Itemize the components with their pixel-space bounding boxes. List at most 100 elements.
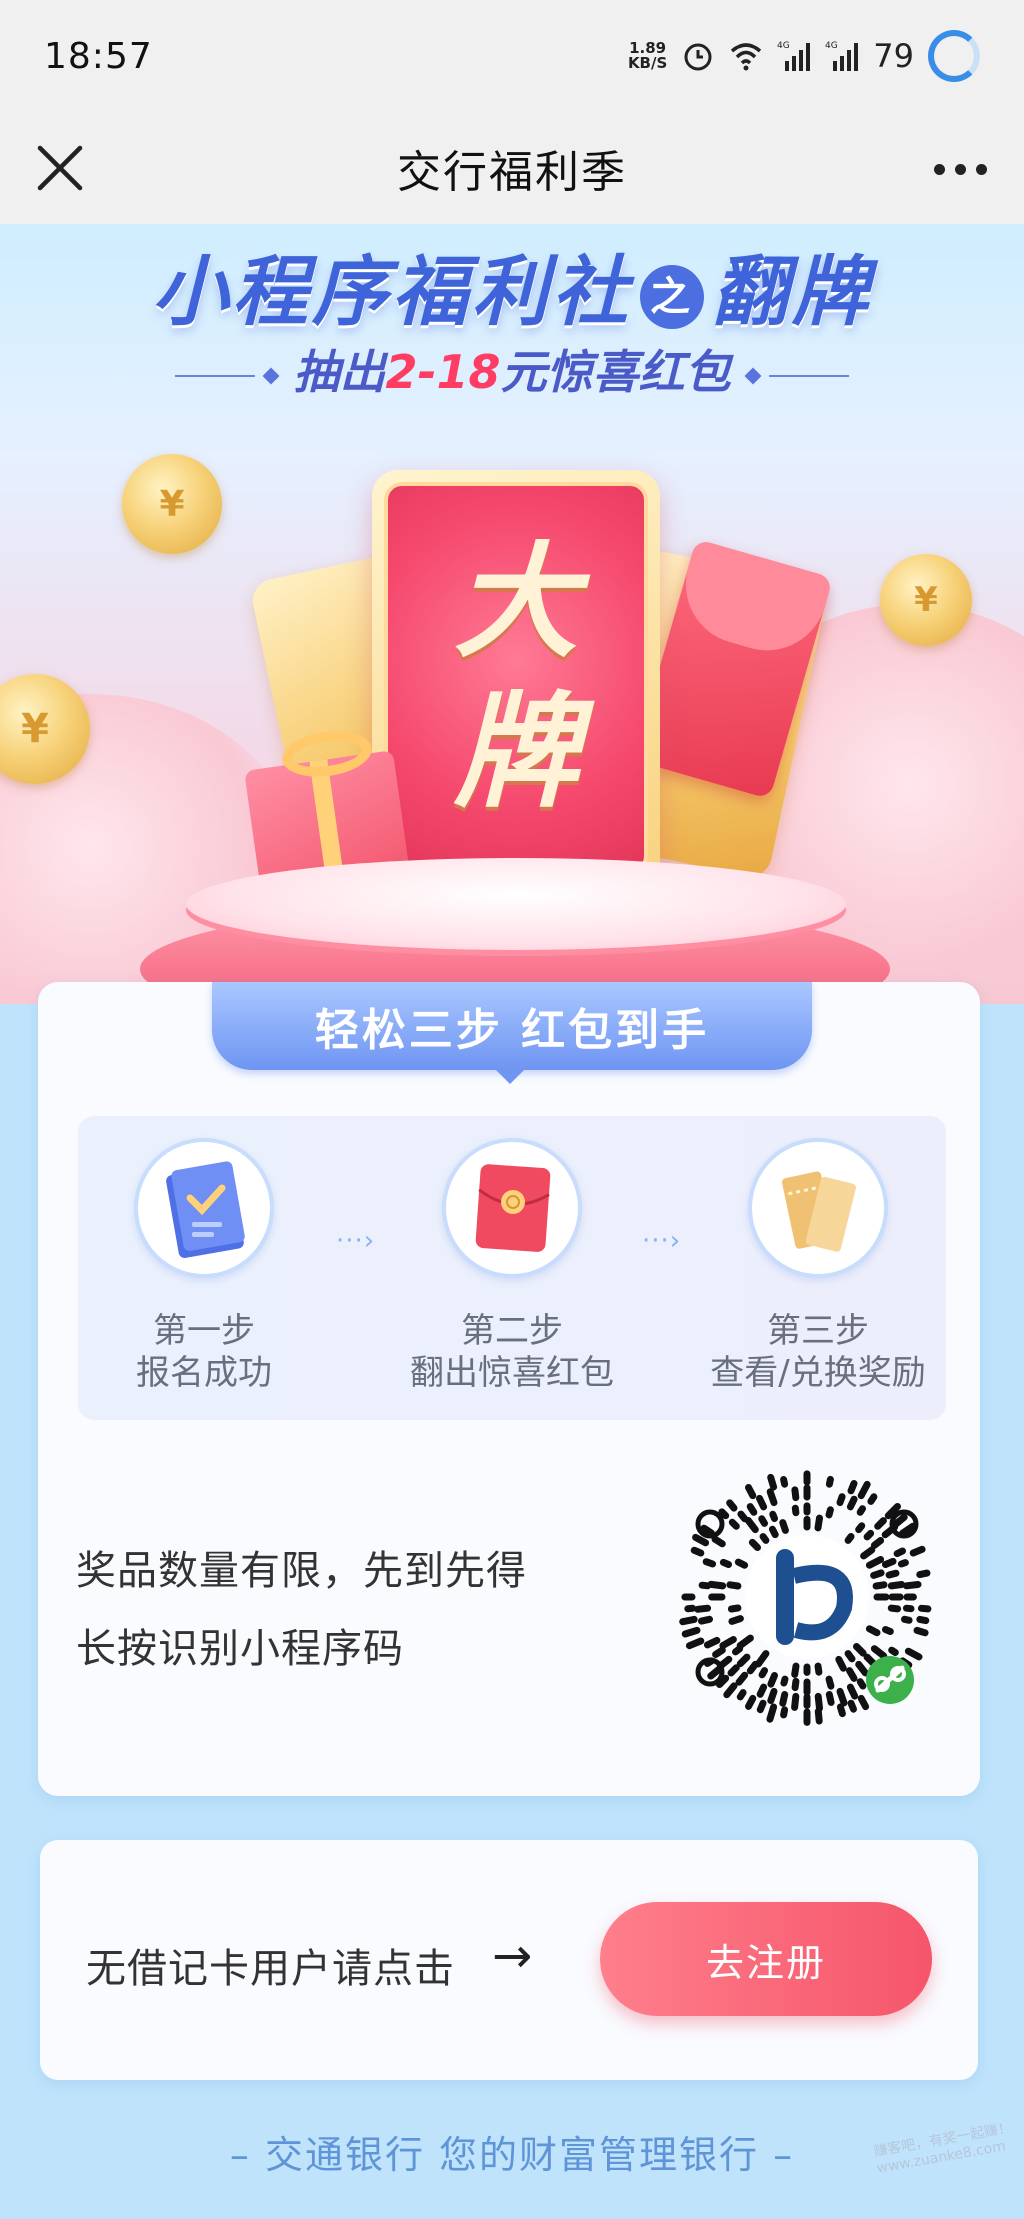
more-dot (955, 163, 966, 175)
qr-code-stroke (685, 1637, 705, 1650)
qr-code-stroke (694, 1604, 712, 1613)
qr-code-stroke (856, 1505, 866, 1516)
arrow-right-icon: → (492, 1928, 533, 1984)
diamond-icon (744, 367, 762, 384)
qr-code-stroke (904, 1647, 923, 1661)
qr-code-stroke (814, 1514, 823, 1532)
qr-code-stroke (746, 1503, 758, 1516)
step-1-desc: 报名成功 (136, 1353, 272, 1393)
qr-code-stroke (745, 1694, 757, 1710)
wifi-icon (731, 43, 762, 71)
qr-code-stroke (865, 1556, 885, 1569)
register-prompt: 无借记卡用户请点击 (86, 1946, 455, 1992)
step-2-desc: 翻出惊喜红包 (410, 1353, 614, 1393)
net-speed-unit: KB/S (627, 54, 668, 72)
qr-code-stroke (844, 1650, 856, 1663)
qr-code-stroke (857, 1694, 870, 1711)
coin-icon: ¥ (880, 554, 972, 646)
qr-code-stroke (756, 1683, 768, 1698)
qr-code-stroke (867, 1493, 878, 1505)
qr-code-stroke (719, 1558, 732, 1568)
battery-level: 79 (873, 37, 914, 75)
qr-code-stroke (681, 1626, 701, 1638)
qr-code-stroke (732, 1645, 744, 1656)
prize-card-face: 大 牌 (384, 482, 648, 874)
qr-code-stroke (702, 1558, 717, 1568)
qr-code-stroke (726, 1581, 742, 1590)
qr-code-stroke (897, 1559, 909, 1568)
qr-code-stroke (679, 1615, 698, 1626)
qr-code-stroke (735, 1671, 749, 1686)
qr-code-stroke (909, 1545, 926, 1557)
qr-code-stroke (825, 1475, 834, 1488)
qr-note-long-press: 长按识别小程序码 (76, 1626, 404, 1672)
qr-code-stroke (728, 1615, 744, 1625)
qr-code-stroke (767, 1687, 778, 1705)
qr-code-stroke (882, 1626, 894, 1635)
subtitle-line-left (175, 374, 256, 377)
qr-code-stroke (726, 1499, 738, 1512)
qr-code-stroke (874, 1517, 887, 1530)
qr-code-stroke (727, 1604, 742, 1613)
more-dot (976, 163, 987, 175)
close-icon[interactable] (32, 140, 88, 196)
qr-code-stroke (736, 1653, 751, 1668)
qr-code-stroke (885, 1569, 900, 1579)
qr-code-stroke (916, 1569, 931, 1579)
qr-code-stroke (791, 1692, 800, 1711)
qr-code-stroke (779, 1691, 789, 1707)
steps-header-pointer (496, 1070, 524, 1084)
qr-code-stroke (844, 1533, 855, 1544)
clipboard-icon (166, 1161, 245, 1258)
qr-code-stroke (835, 1655, 847, 1672)
qr-code-stroke (758, 1667, 768, 1679)
qr-code-stroke (780, 1675, 789, 1687)
more-dot (934, 163, 945, 175)
qr-code-stroke (692, 1533, 710, 1547)
coupon-icon (781, 1171, 856, 1252)
qr-code-stroke (814, 1707, 823, 1725)
qr-code-stroke (728, 1518, 740, 1530)
qr-code-stroke (825, 1506, 834, 1519)
qr-code-stroke (855, 1660, 869, 1677)
qr-code-stroke (814, 1692, 823, 1712)
footer-slogan: – 交通银行 您的财富管理银行 – (229, 2133, 795, 2177)
step-2: 第二步 翻出惊喜红包 (382, 1138, 642, 1394)
coin-icon: ¥ (122, 454, 222, 554)
qr-code-stroke (882, 1557, 897, 1568)
banner-title-part2: 翻牌 (712, 247, 872, 336)
qr-code-stroke (754, 1650, 770, 1668)
signal-4g-icon-2: 4G (825, 41, 859, 71)
status-bar: 18:57 1.89 KB/S 4G 4G 79 (0, 0, 1024, 112)
qr-code-stroke (767, 1473, 778, 1491)
qr-code-stroke (780, 1706, 789, 1719)
alarm-icon (684, 43, 712, 71)
register-button[interactable]: 去注册 (600, 1902, 932, 2016)
subtitle-prefix: 抽出 (293, 345, 386, 399)
qr-code-stroke (855, 1522, 866, 1534)
step-1-icon-circle (134, 1138, 274, 1278)
qr-code-stroke (767, 1672, 778, 1688)
nav-bar: 交行福利季 (0, 112, 1024, 224)
podium-top (186, 858, 846, 950)
qr-code-stroke (723, 1682, 738, 1699)
qr-code-stroke (766, 1488, 778, 1507)
qr-code-stroke (791, 1662, 800, 1678)
qr-code-stroke (917, 1604, 932, 1613)
mini-program-qr-code[interactable] (672, 1462, 942, 1732)
qr-code-stroke (756, 1699, 767, 1714)
prize-card-char-1: 大 (453, 531, 578, 675)
qr-code-stroke (887, 1581, 906, 1590)
more-icon[interactable] (934, 152, 994, 186)
qr-code-stroke (902, 1581, 922, 1590)
prize-card-char-2: 牌 (453, 681, 578, 825)
qr-code-stroke (736, 1634, 754, 1650)
step-2-label: 第二步 (461, 1311, 563, 1351)
qr-code-stroke (847, 1480, 858, 1495)
banner-subtitle: 抽出2-18元惊喜红包 (0, 336, 1024, 402)
qr-code-stroke (902, 1604, 915, 1613)
banner-title-connector: 之 (640, 265, 704, 329)
status-time: 18:57 (44, 35, 153, 77)
qr-code-stroke (769, 1510, 778, 1522)
qr-code-stroke (707, 1666, 722, 1680)
